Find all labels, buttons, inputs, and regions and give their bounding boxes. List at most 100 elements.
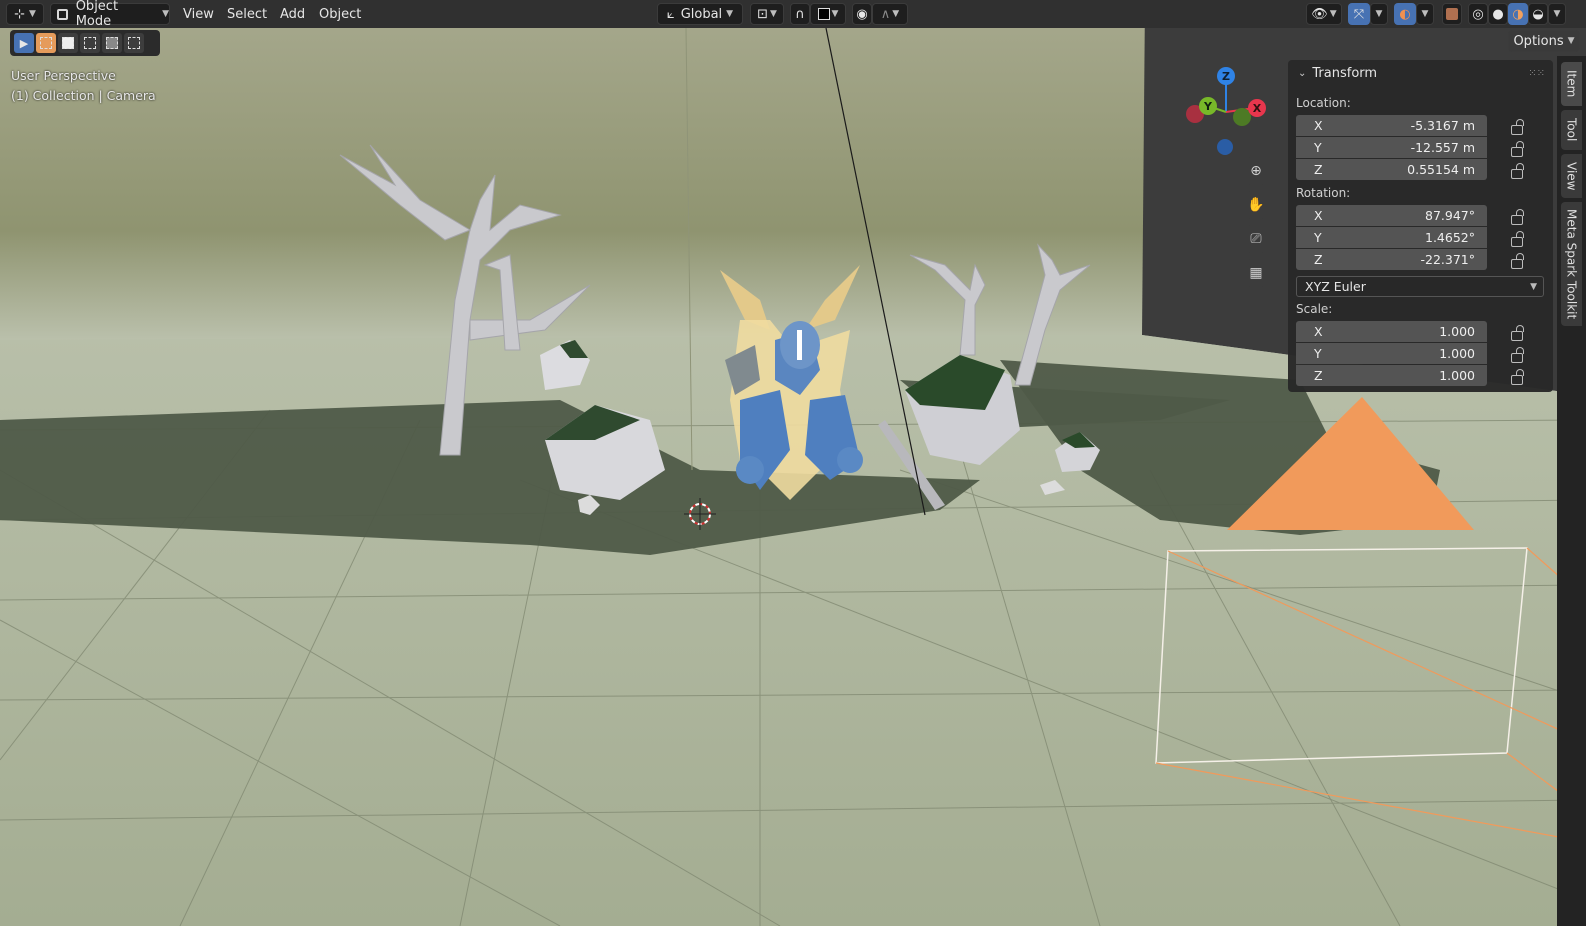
mode-dropdown[interactable]: Object Mode ▼ xyxy=(50,0,170,29)
scale-x-field[interactable]: X 1.000 xyxy=(1296,321,1487,342)
shading-solid-button[interactable]: ● xyxy=(1488,3,1508,25)
shading-dropdown[interactable]: ▼ xyxy=(1548,3,1566,25)
axis-label: X xyxy=(1314,118,1323,133)
field-value: -12.557 m xyxy=(1410,140,1475,155)
menu-view[interactable]: View xyxy=(175,3,222,25)
select-extend-button[interactable] xyxy=(58,33,78,53)
axis-label: Z xyxy=(1314,162,1323,177)
axis-label: Z xyxy=(1314,368,1323,383)
field-value: 1.000 xyxy=(1439,324,1475,339)
menu-select[interactable]: Select xyxy=(219,3,275,25)
rotation-x-field[interactable]: X 87.947° xyxy=(1296,205,1487,226)
orientation-icon: ⟀ xyxy=(666,6,675,22)
pan-hand-icon[interactable]: ✋ xyxy=(1241,190,1271,220)
lock-icon[interactable] xyxy=(1511,369,1524,385)
location-y-field[interactable]: Y -12.557 m xyxy=(1296,137,1487,158)
select-box-new-button[interactable] xyxy=(36,33,56,53)
overlays-dropdown[interactable]: ▼ xyxy=(1416,3,1434,25)
select-subtract-button[interactable] xyxy=(80,33,100,53)
gizmo-x-label: X xyxy=(1253,102,1262,115)
axis-label: X xyxy=(1314,324,1323,339)
lock-icon[interactable] xyxy=(1511,163,1524,179)
snap-target-dropdown[interactable]: ▼ xyxy=(810,3,846,25)
field-value: 1.000 xyxy=(1439,368,1475,383)
select-subtract-icon xyxy=(84,37,96,49)
tab-item[interactable]: Item xyxy=(1561,62,1582,106)
object-mode-icon xyxy=(57,8,68,20)
editor-type-button[interactable]: ⊹ ▼ xyxy=(6,3,44,25)
lock-icon[interactable] xyxy=(1511,119,1524,135)
gizmo-toggle[interactable]: ⤧ xyxy=(1348,3,1370,25)
eye-icon: 👁 xyxy=(1311,6,1328,22)
shading-wireframe-button[interactable]: ◎ xyxy=(1468,3,1488,25)
tab-meta-spark-toolkit[interactable]: Meta Spark Toolkit xyxy=(1561,202,1582,326)
proportional-edit-icon: ◉ xyxy=(856,6,868,22)
orientation-label: Global xyxy=(680,6,723,22)
axis-label: Y xyxy=(1314,346,1322,361)
magnet-icon: ∩ xyxy=(795,6,805,22)
location-z-field[interactable]: Z 0.55154 m xyxy=(1296,159,1487,180)
scale-z-field[interactable]: Z 1.000 xyxy=(1296,365,1487,386)
shading-rendered-button[interactable]: ◒ xyxy=(1528,3,1548,25)
menu-add[interactable]: Add xyxy=(272,3,313,25)
pivot-point-dropdown[interactable]: ⊡ ▼ xyxy=(750,3,784,25)
xray-toggle[interactable] xyxy=(1442,3,1462,25)
proportional-edit-toggle[interactable]: ◉ xyxy=(852,3,872,25)
axis-label: Y xyxy=(1314,140,1322,155)
solid-sphere-icon: ● xyxy=(1492,6,1504,22)
wireframe-sphere-icon: ◎ xyxy=(1472,6,1484,22)
scale-y-field[interactable]: Y 1.000 xyxy=(1296,343,1487,364)
scale-label: Scale: xyxy=(1296,302,1333,316)
shading-material-button[interactable]: ◑ xyxy=(1508,3,1528,25)
location-x-field[interactable]: X -5.3167 m xyxy=(1296,115,1487,136)
transform-panel: ⌄ Transform ⁙⁙ Location: X -5.3167 m Y -12… xyxy=(1288,60,1553,392)
falloff-curve-icon: ∧ xyxy=(880,6,891,22)
drag-handle-icon[interactable]: ⁙⁙ xyxy=(1528,68,1545,79)
lock-icon[interactable] xyxy=(1511,253,1524,269)
tab-view[interactable]: View xyxy=(1561,154,1582,198)
lock-icon[interactable] xyxy=(1511,141,1524,157)
lock-icon[interactable] xyxy=(1511,209,1524,225)
transform-orientation-dropdown[interactable]: ⟀ Global ▼ xyxy=(657,3,743,25)
snap-toggle[interactable]: ∩ xyxy=(790,3,810,25)
select-tool-button[interactable]: ▶ xyxy=(14,33,34,53)
rendered-sphere-icon: ◒ xyxy=(1532,6,1544,22)
rotation-mode-dropdown[interactable]: XYZ Euler ▼ xyxy=(1296,276,1544,297)
location-label: Location: xyxy=(1296,96,1351,110)
select-new-icon xyxy=(40,37,52,49)
lock-icon[interactable] xyxy=(1511,347,1524,363)
select-extend-icon xyxy=(62,37,74,49)
ortho-grid-icon[interactable]: ▦ xyxy=(1241,258,1271,288)
lock-icon[interactable] xyxy=(1511,231,1524,247)
gizmo-icon: ⤧ xyxy=(1353,6,1365,22)
overlays-toggle[interactable]: ◐ xyxy=(1394,3,1416,25)
select-intersect-button[interactable] xyxy=(124,33,144,53)
camera-view-icon[interactable]: ⎚ xyxy=(1241,224,1271,254)
options-dropdown[interactable]: Options ▼ xyxy=(1508,30,1580,52)
rotation-y-field[interactable]: Y 1.4652° xyxy=(1296,227,1487,248)
mode-label: Object Mode xyxy=(75,0,119,29)
tab-tool[interactable]: Tool xyxy=(1561,110,1582,150)
material-sphere-icon: ◑ xyxy=(1512,6,1524,22)
transform-panel-header[interactable]: ⌄ Transform ⁙⁙ xyxy=(1288,60,1553,86)
zoom-icon[interactable]: ⊕ xyxy=(1241,156,1271,186)
select-invert-button[interactable] xyxy=(102,33,122,53)
lock-icon[interactable] xyxy=(1511,325,1524,341)
xray-icon xyxy=(1446,8,1458,20)
select-mode-toolbar: ▶ xyxy=(10,30,160,56)
snap-increment-icon xyxy=(817,8,830,20)
gizmo-z-label: Z xyxy=(1222,70,1230,83)
axis-label: X xyxy=(1314,208,1323,223)
field-value: 1.000 xyxy=(1439,346,1475,361)
rotation-z-field[interactable]: Z -22.371° xyxy=(1296,249,1487,270)
axis-label: Z xyxy=(1314,252,1323,267)
pivot-icon: ⊡ xyxy=(757,6,768,22)
field-value: 0.55154 m xyxy=(1407,162,1475,177)
menu-object[interactable]: Object xyxy=(311,3,369,25)
visibility-dropdown[interactable]: 👁 ▼ xyxy=(1306,3,1342,25)
field-value: 87.947° xyxy=(1425,208,1475,223)
gizmo-y-label: Y xyxy=(1203,100,1213,113)
falloff-dropdown[interactable]: ∧ ▼ xyxy=(872,3,908,25)
select-intersect-icon xyxy=(128,37,140,49)
gizmo-dropdown[interactable]: ▼ xyxy=(1370,3,1388,25)
